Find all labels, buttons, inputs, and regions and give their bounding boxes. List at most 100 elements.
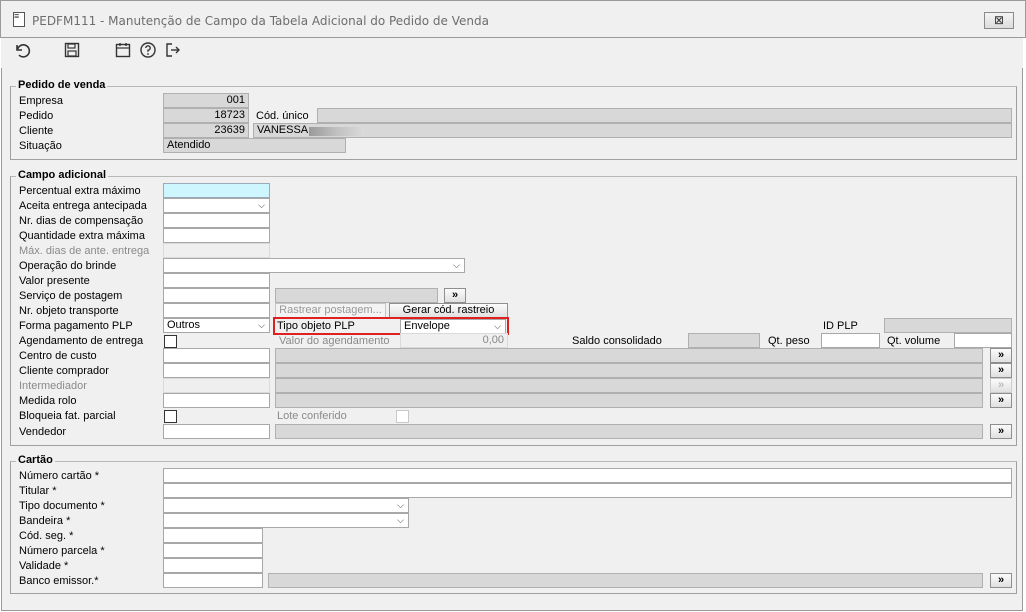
max-dias-input	[163, 243, 270, 258]
chevron-down-icon: ⌵	[397, 515, 404, 525]
agendamento-label: Agendamento de entrega	[19, 335, 144, 347]
valor-presente-label: Valor presente	[19, 275, 90, 287]
cod-unico-field	[317, 108, 1012, 123]
forma-pag-select[interactable]: Outros ⌵	[163, 318, 270, 333]
max-dias-label: Máx. dias de ante. entrega	[19, 245, 150, 257]
operacao-select[interactable]: ⌵	[163, 258, 465, 273]
intermediador-input	[163, 378, 270, 393]
document-icon: ≡	[13, 12, 25, 27]
save-icon[interactable]	[62, 41, 82, 61]
campo-group-title: Campo adicional	[16, 169, 109, 181]
servico-lookup-button[interactable]: »	[444, 288, 466, 303]
chevron-down-icon: ⌵	[494, 321, 501, 331]
vendedor-desc-field	[275, 424, 983, 439]
titular-label: Titular *	[19, 485, 57, 497]
forma-pag-label: Forma pagamento PLP	[19, 320, 133, 332]
tipo-doc-label: Tipo documento *	[19, 500, 105, 512]
situacao-field: Atendido	[163, 138, 346, 153]
centro-label: Centro de custo	[19, 350, 97, 362]
nr-objeto-label: Nr. objeto transporte	[19, 305, 119, 317]
cod-seg-input[interactable]	[163, 528, 263, 543]
redacted-text	[309, 127, 364, 136]
medida-desc-field	[275, 393, 983, 408]
bandeira-select[interactable]: ⌵	[163, 513, 409, 528]
qt-peso-input[interactable]	[821, 333, 880, 348]
cliente-code-field: 23639	[163, 123, 249, 138]
nr-dias-label: Nr. dias de compensação	[19, 215, 144, 227]
lote-label: Lote conferido	[277, 410, 347, 422]
cliente-comp-input[interactable]	[163, 363, 270, 378]
valor-agend-label: Valor do agendamento	[279, 335, 390, 347]
medida-lookup-button[interactable]: »	[990, 393, 1012, 408]
rastrear-button[interactable]: Rastrear postagem...	[275, 303, 386, 318]
exit-icon[interactable]	[163, 41, 183, 61]
centro-input[interactable]	[163, 348, 270, 363]
cliente-name-field: VANESSA	[253, 123, 1012, 138]
banco-desc-field	[268, 573, 983, 588]
numero-cartao-label: Número cartão *	[19, 470, 100, 482]
vendedor-label: Vendedor	[19, 426, 67, 438]
banco-label: Banco emissor.*	[19, 575, 99, 587]
chevron-down-icon: ⌵	[258, 200, 265, 210]
numero-cartao-input[interactable]	[163, 468, 1012, 483]
vendedor-lookup-button[interactable]: »	[990, 424, 1012, 439]
percentual-label: Percentual extra máximo	[19, 185, 141, 197]
banco-input[interactable]	[163, 573, 263, 588]
centro-desc-field	[275, 348, 983, 363]
validade-input[interactable]	[163, 558, 263, 573]
cliente-comp-lookup-button[interactable]: »	[990, 363, 1012, 378]
undo-icon[interactable]	[12, 41, 32, 61]
nr-dias-input[interactable]	[163, 213, 270, 228]
percentual-input[interactable]	[163, 183, 270, 198]
qtd-extra-input[interactable]	[163, 228, 270, 243]
empresa-field: 001	[163, 93, 249, 108]
centro-lookup-button[interactable]: »	[990, 348, 1012, 363]
qt-peso-label: Qt. peso	[768, 335, 810, 347]
intermediador-label: Intermediador	[19, 380, 87, 392]
titular-input[interactable]	[163, 483, 1012, 498]
servico-input[interactable]	[163, 288, 270, 303]
cliente-comp-desc-field	[275, 363, 983, 378]
cod-seg-label: Cód. seg. *	[19, 530, 74, 542]
aceita-select[interactable]: ⌵	[163, 198, 270, 213]
cartao-group-title: Cartão	[16, 454, 55, 466]
calendar-icon[interactable]	[113, 41, 133, 61]
servico-desc-field	[275, 288, 438, 303]
id-plp-field	[884, 318, 1012, 333]
cliente-comp-label: Cliente comprador	[19, 365, 109, 377]
saldo-label: Saldo consolidado	[572, 335, 662, 347]
tipo-objeto-select[interactable]: Envelope ⌵	[400, 319, 506, 334]
chevron-down-icon: ⌵	[453, 260, 460, 270]
empresa-label: Empresa	[19, 95, 64, 107]
num-parcela-input[interactable]	[163, 543, 263, 558]
lote-checkbox	[396, 410, 409, 423]
valor-agend-field: 0,00	[400, 333, 508, 348]
operacao-label: Operação do brinde	[19, 260, 117, 272]
id-plp-label: ID PLP	[823, 320, 858, 332]
bandeira-label: Bandeira *	[19, 515, 71, 527]
intermediador-lookup-button: »	[990, 378, 1012, 393]
cliente-name-text: VANESSA	[257, 124, 309, 136]
forma-pag-value: Outros	[167, 319, 201, 331]
nr-objeto-input[interactable]	[163, 303, 270, 318]
valor-presente-input[interactable]	[163, 273, 270, 288]
saldo-field	[688, 333, 760, 348]
bloqueia-checkbox[interactable]	[164, 410, 177, 423]
medida-label: Medida rolo	[19, 395, 77, 407]
banco-lookup-button[interactable]: »	[990, 573, 1012, 588]
pedido-group-title: Pedido de venda	[16, 79, 108, 91]
chevron-down-icon: ⌵	[258, 320, 265, 330]
qt-volume-input[interactable]	[954, 333, 1012, 348]
servico-label: Serviço de postagem	[19, 290, 123, 302]
tipo-doc-select[interactable]: ⌵	[163, 498, 409, 513]
vendedor-input[interactable]	[163, 424, 270, 439]
intermediador-desc-field	[275, 378, 983, 393]
gerar-rastreio-button[interactable]: Gerar cód. rastreio	[389, 303, 508, 318]
help-icon[interactable]	[138, 41, 158, 61]
close-button[interactable]: ⊠	[984, 12, 1014, 29]
bloqueia-label: Bloqueia fat. parcial	[19, 410, 116, 422]
situacao-label: Situação	[19, 140, 62, 152]
medida-input[interactable]	[163, 393, 270, 408]
qtd-extra-label: Quantidade extra máxima	[19, 230, 145, 242]
agendamento-checkbox[interactable]	[164, 335, 177, 348]
